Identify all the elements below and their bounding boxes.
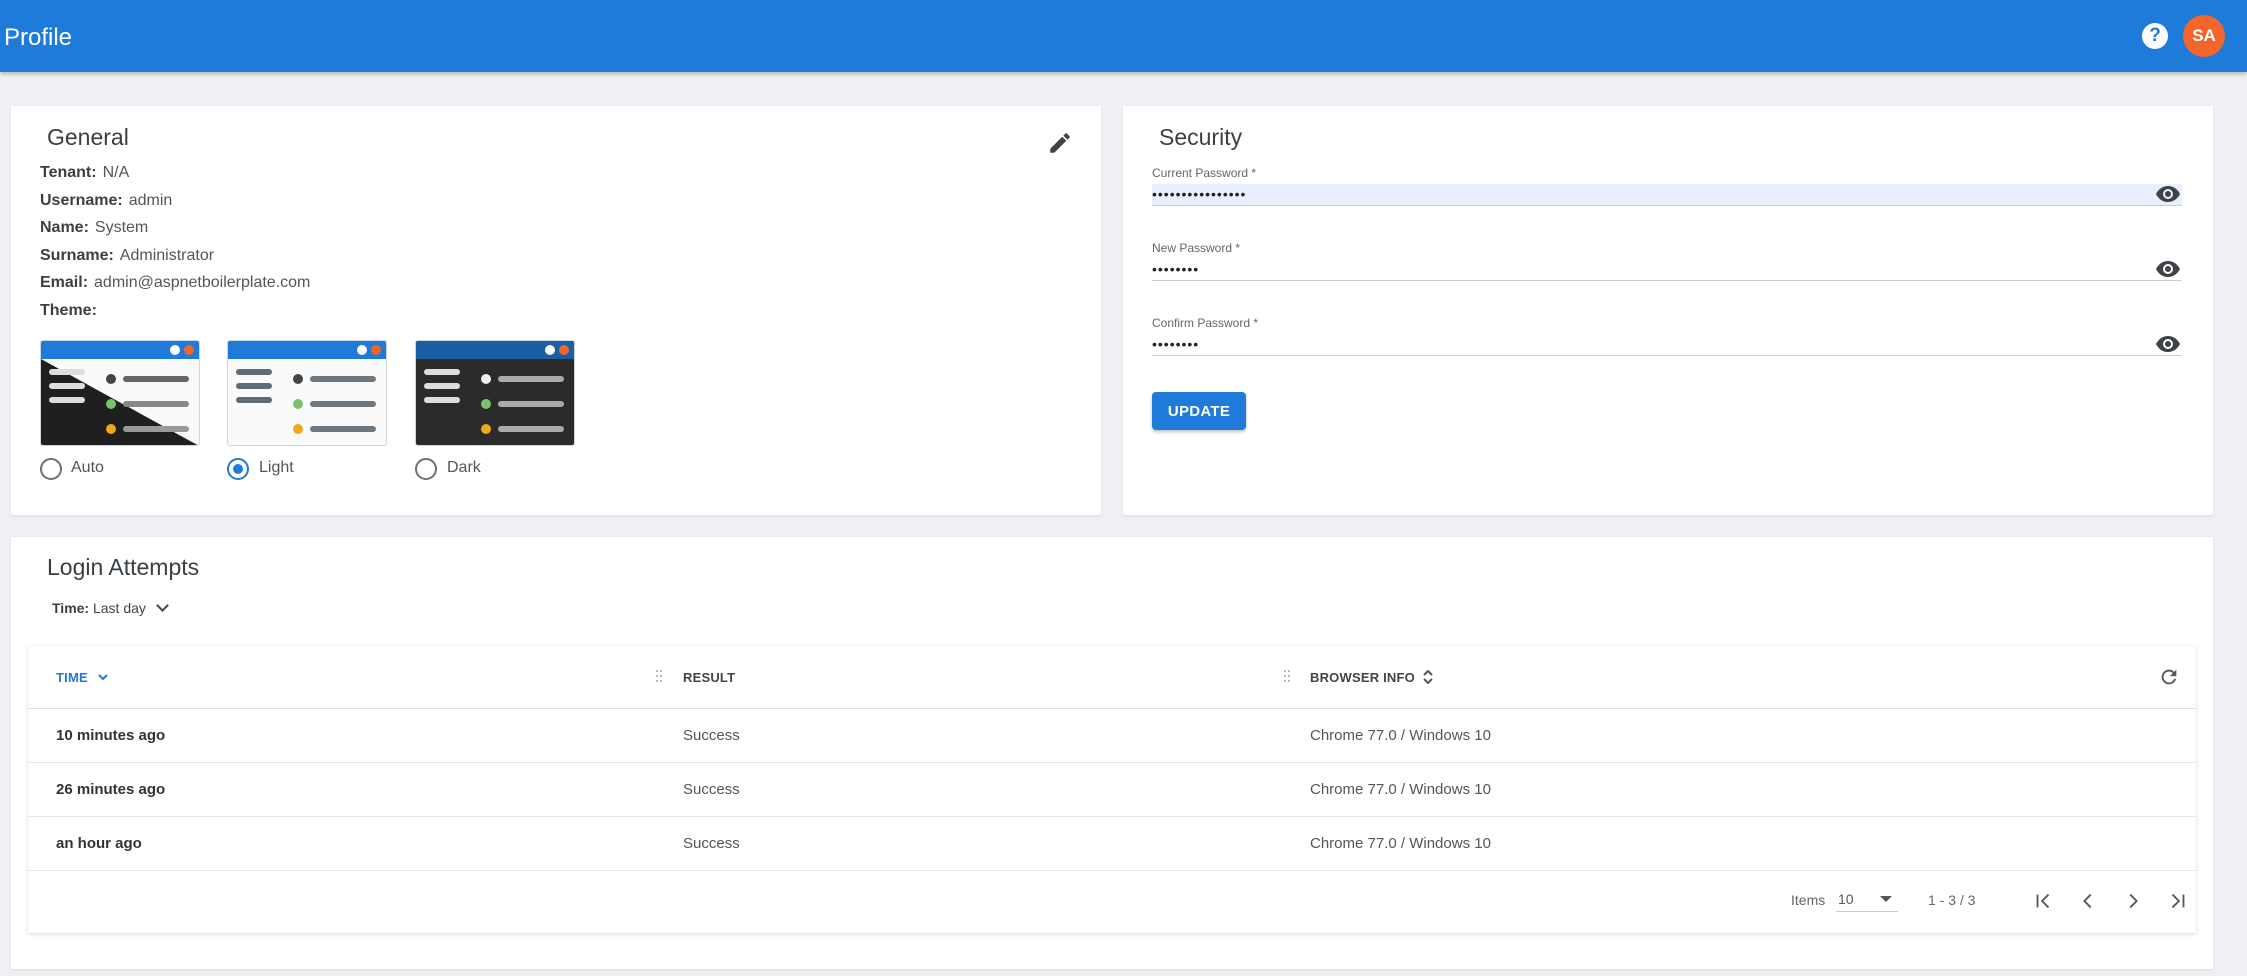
column-header-browser-info[interactable]: BROWSER INFO [1310, 669, 1433, 685]
column-resize-handle[interactable] [1284, 668, 1292, 684]
security-card: Security Current Password * ••••••••••••… [1123, 106, 2213, 515]
previous-page-icon[interactable] [2077, 890, 2099, 912]
cell-result: Success [683, 781, 740, 798]
update-button[interactable]: UPDATE [1152, 392, 1246, 430]
sort-icon [1423, 669, 1433, 685]
username-info: Username: admin [40, 192, 173, 209]
page-size-label: Items [1791, 892, 1826, 908]
cell-result: Success [683, 835, 740, 852]
current-password-field[interactable]: •••••••••••••••• [1152, 184, 2182, 206]
sort-desc-icon [97, 674, 108, 681]
avatar[interactable]: SA [2183, 15, 2225, 57]
help-icon[interactable]: ? [2142, 23, 2168, 49]
theme-label-light: Light [259, 459, 294, 476]
table-row[interactable]: 26 minutes ago Success Chrome 77.0 / Win… [28, 763, 2196, 817]
theme-preview-auto[interactable] [40, 340, 200, 446]
eye-icon[interactable] [2156, 261, 2180, 277]
next-page-icon[interactable] [2122, 890, 2144, 912]
general-card: General Tenant: N/A Username: admin Name: S… [11, 106, 1101, 515]
new-password-field[interactable]: •••••••• [1152, 259, 2182, 281]
table-row[interactable]: an hour ago Success Chrome 77.0 / Window… [28, 817, 2196, 871]
first-page-icon[interactable] [2032, 890, 2054, 912]
page-size-select[interactable]: 10 [1836, 888, 1898, 912]
eye-icon[interactable] [2156, 336, 2180, 352]
theme-preview-dark[interactable] [415, 340, 575, 446]
email-info: Email: admin@aspnetboilerplate.com [40, 274, 311, 291]
time-filter-dropdown[interactable]: Time: Last day [52, 599, 169, 616]
cell-time: an hour ago [56, 835, 142, 852]
confirm-password-label: Confirm Password * [1152, 316, 1259, 330]
column-header-time[interactable]: TIME [56, 670, 108, 685]
new-password-label: New Password * [1152, 241, 1241, 255]
theme-preview-light[interactable] [227, 340, 387, 446]
app-header: Profile ? SA [0, 0, 2247, 72]
login-attempts-title: Login Attempts [47, 554, 200, 580]
page-title: Profile [4, 24, 73, 51]
chevron-down-icon [156, 599, 169, 612]
table-row[interactable]: 10 minutes ago Success Chrome 77.0 / Win… [28, 709, 2196, 763]
cell-time: 26 minutes ago [56, 781, 166, 798]
refresh-icon[interactable] [2158, 666, 2180, 688]
grid-header: TIME RESULT BROWSER INFO [28, 646, 2196, 709]
cell-browser-info: Chrome 77.0 / Windows 10 [1310, 781, 1491, 798]
column-resize-handle[interactable] [656, 668, 664, 684]
pager: Items 10 1 - 3 / 3 [28, 872, 2196, 932]
theme-radio-auto[interactable] [40, 458, 62, 480]
cell-browser-info: Chrome 77.0 / Windows 10 [1310, 727, 1491, 744]
column-header-result[interactable]: RESULT [683, 670, 735, 685]
login-attempts-grid: TIME RESULT BROWSER INFO 10 minutes ago … [28, 646, 2196, 933]
security-title: Security [1159, 124, 1243, 150]
theme-label-dark: Dark [447, 459, 481, 476]
eye-icon[interactable] [2156, 186, 2180, 202]
general-title: General [47, 124, 129, 150]
cell-time: 10 minutes ago [56, 727, 166, 744]
name-info: Name: System [40, 219, 149, 236]
theme-radio-light[interactable] [227, 458, 249, 480]
cell-result: Success [683, 727, 740, 744]
cell-browser-info: Chrome 77.0 / Windows 10 [1310, 835, 1491, 852]
surname-info: Surname: Administrator [40, 247, 215, 264]
tenant-info: Tenant: N/A [40, 164, 130, 181]
theme-label-auto: Auto [71, 459, 104, 476]
last-page-icon[interactable] [2167, 890, 2189, 912]
current-password-label: Current Password * [1152, 166, 1257, 180]
theme-info: Theme: [40, 302, 97, 319]
pencil-icon[interactable] [1047, 130, 1073, 156]
confirm-password-field[interactable]: •••••••• [1152, 334, 2182, 356]
theme-radio-dark[interactable] [415, 458, 437, 480]
caret-down-icon [1880, 896, 1892, 902]
login-attempts-card: Login Attempts Time: Last day TIME RESUL… [11, 537, 2213, 969]
page-range: 1 - 3 / 3 [1928, 892, 1976, 908]
